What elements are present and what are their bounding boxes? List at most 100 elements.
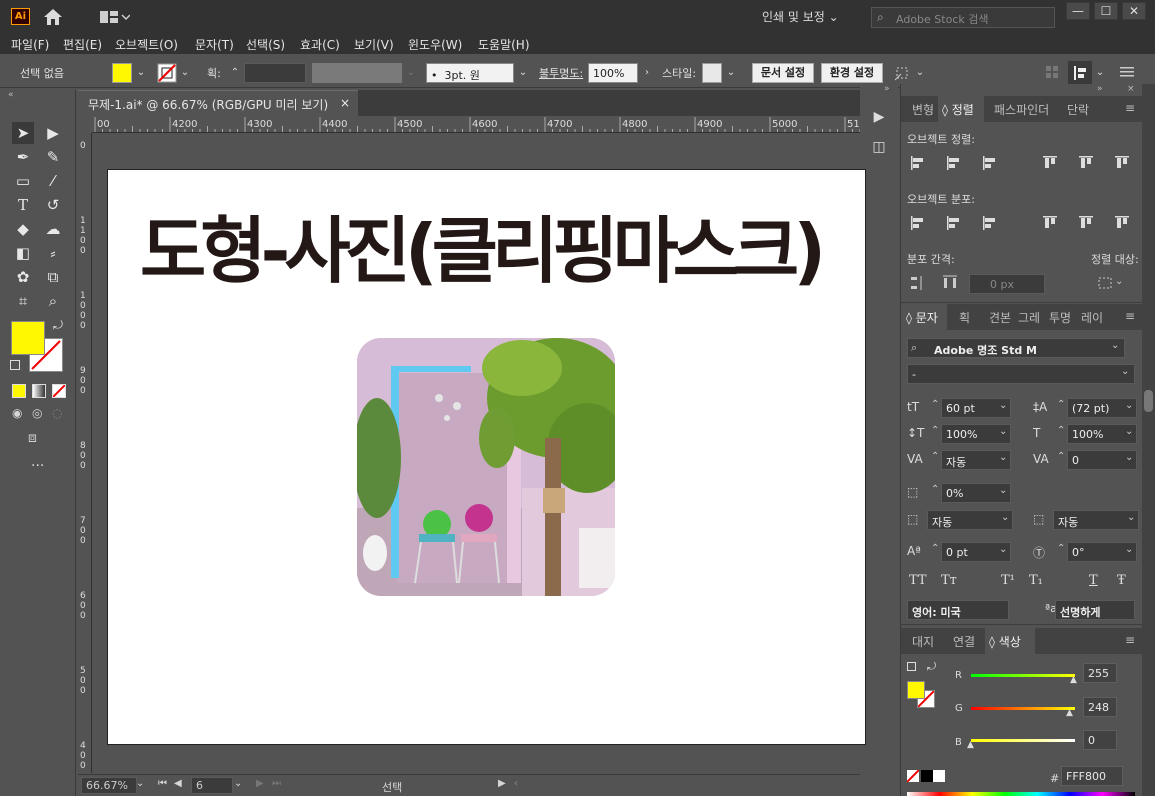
stock-search-input[interactable]: ⌕ Adobe Stock 검색: [871, 7, 1055, 28]
more-tools-icon[interactable]: ···: [31, 458, 44, 474]
stepper-icon[interactable]: ⌃: [931, 399, 939, 410]
transform-icon[interactable]: [893, 64, 911, 82]
chevron-down-icon[interactable]: ⌄: [999, 400, 1007, 411]
hex-value-field[interactable]: FFF800: [1061, 766, 1123, 786]
tab-align[interactable]: ◊ 정렬: [942, 101, 974, 118]
blue-slider[interactable]: [971, 739, 1075, 742]
scrollbar-thumb[interactable]: [1144, 390, 1153, 412]
status-menu-icon[interactable]: ▶: [498, 778, 506, 789]
red-value-field[interactable]: 255: [1083, 663, 1117, 683]
style-dropdown[interactable]: ⌄: [724, 63, 738, 83]
tab-transparency[interactable]: 투명: [1049, 309, 1071, 326]
stepper-icon[interactable]: ⌃: [1057, 543, 1065, 554]
chevron-down-icon[interactable]: ⌄: [999, 452, 1007, 463]
panel-menu-icon[interactable]: ≡: [1125, 633, 1135, 647]
chevron-down-icon[interactable]: ⌄: [1125, 426, 1133, 437]
brush-dropdown[interactable]: ⌄: [516, 63, 530, 83]
menu-select[interactable]: 선택(S): [246, 36, 285, 53]
arrange-documents-icon[interactable]: [100, 10, 130, 24]
align-to-selection-icon[interactable]: [1097, 274, 1115, 292]
swap-colors-icon[interactable]: ⤾: [53, 318, 63, 333]
prev-artboard-icon[interactable]: ◀: [174, 778, 182, 789]
tab-gradient[interactable]: 그레: [1018, 309, 1040, 326]
stroke-weight-field[interactable]: [244, 63, 306, 83]
align-left-icon[interactable]: [909, 154, 927, 172]
tab-pathfinder[interactable]: 패스파인더: [994, 101, 1049, 118]
small-caps-icon[interactable]: Tт: [941, 573, 957, 588]
collapse-panel-icon[interactable]: «: [8, 90, 14, 100]
chevron-down-icon[interactable]: ⌄: [999, 544, 1007, 555]
fill-swatch[interactable]: [112, 63, 132, 83]
tab-close-icon[interactable]: ×: [340, 96, 350, 110]
panel-menu-icon[interactable]: ≡: [1125, 101, 1135, 115]
align-hcenter-icon[interactable]: [945, 154, 963, 172]
gradient-mode-button[interactable]: [32, 384, 46, 398]
menu-list-icon[interactable]: [1120, 66, 1134, 78]
stepper-icon[interactable]: ⌃: [1057, 399, 1065, 410]
red-slider-thumb[interactable]: ▲: [1070, 675, 1077, 685]
curvature-tool-icon[interactable]: ✎: [42, 146, 64, 168]
chevron-down-icon[interactable]: ⌄: [1001, 512, 1009, 523]
artboard-panel-icon[interactable]: ◫: [866, 134, 892, 160]
expand-dock-icon[interactable]: »: [884, 84, 890, 94]
opacity-label[interactable]: 불투명도:: [539, 65, 583, 81]
stepper-icon[interactable]: ⌃: [931, 425, 939, 436]
distribute-hcenter-icon[interactable]: [1077, 214, 1095, 232]
underline-icon[interactable]: T: [1089, 573, 1098, 588]
close-button[interactable]: ✕: [1122, 2, 1146, 20]
menu-window[interactable]: 윈도우(W): [408, 36, 462, 53]
chevron-down-icon[interactable]: ⌄: [1125, 544, 1133, 555]
language-select[interactable]: 영어: 미국: [907, 600, 1009, 620]
style-swatch[interactable]: [702, 63, 722, 83]
fill-color-box[interactable]: [11, 321, 45, 355]
swap-fill-stroke-icon[interactable]: ⤾: [927, 660, 936, 674]
distribute-bottom-icon[interactable]: [981, 214, 999, 232]
none-color-icon[interactable]: [907, 770, 919, 782]
panel-collapse-icon[interactable]: »: [1097, 84, 1103, 94]
opacity-field[interactable]: 100%: [588, 63, 638, 83]
align-right-icon[interactable]: [981, 154, 999, 172]
all-caps-icon[interactable]: TT: [909, 573, 927, 588]
distribute-vcenter-icon[interactable]: [945, 214, 963, 232]
default-colors-icon[interactable]: [10, 360, 20, 370]
tab-paragraph[interactable]: 단락: [1067, 101, 1089, 118]
eyedropper-tool-icon[interactable]: ⸗: [42, 242, 64, 264]
align-to-dropdown-icon[interactable]: ⌄: [1115, 276, 1123, 287]
tab-transform[interactable]: 변형: [912, 101, 934, 118]
stepper-icon[interactable]: ⌃: [931, 451, 939, 462]
font-style-field[interactable]: -: [907, 364, 1135, 384]
tab-color[interactable]: ◊ 색상: [989, 633, 1021, 650]
chevron-down-icon[interactable]: ⌄: [1125, 400, 1133, 411]
stepper-icon[interactable]: ⌃: [931, 543, 939, 554]
superscript-icon[interactable]: T¹: [1001, 573, 1015, 588]
default-fill-stroke-icon[interactable]: [907, 662, 916, 671]
green-slider[interactable]: [971, 707, 1075, 710]
subscript-icon[interactable]: T₁: [1029, 573, 1043, 588]
color-spectrum[interactable]: [907, 792, 1135, 796]
maximize-button[interactable]: ☐: [1094, 2, 1118, 20]
panel-scrollbar[interactable]: [1142, 84, 1155, 796]
minimize-button[interactable]: —: [1066, 2, 1090, 20]
rotate-tool-icon[interactable]: ↺: [42, 194, 64, 216]
artboard-dropdown-icon[interactable]: ⌄: [234, 778, 242, 789]
distribute-left-icon[interactable]: [1041, 214, 1059, 232]
warp-tool-icon[interactable]: ☁: [42, 218, 64, 240]
red-slider[interactable]: [971, 674, 1075, 677]
tab-character[interactable]: ◊ 문자: [906, 309, 938, 326]
horizontal-spacing-icon[interactable]: [941, 274, 959, 292]
color-mode-button[interactable]: [12, 384, 26, 398]
brush-field[interactable]: • 3pt. 원: [426, 63, 514, 83]
artboard-tool-icon[interactable]: ⌗: [12, 290, 34, 312]
stroke-stepper[interactable]: ⌃: [228, 63, 242, 83]
chevron-down-icon[interactable]: ⌄: [999, 485, 1007, 496]
strikethrough-icon[interactable]: Ŧ: [1117, 573, 1126, 588]
variable-width-profile[interactable]: [312, 63, 402, 83]
next-artboard-icon[interactable]: ▶: [256, 778, 264, 789]
type-tool-icon[interactable]: T: [12, 194, 34, 216]
document-setup-button[interactable]: 문서 설정: [752, 63, 814, 83]
align-toggle[interactable]: [1068, 61, 1092, 85]
menu-help[interactable]: 도움말(H): [478, 36, 530, 53]
grid-icon[interactable]: [1045, 65, 1059, 79]
font-family-field[interactable]: Adobe 명조 Std M: [907, 338, 1125, 358]
fill-dropdown[interactable]: ⌄: [134, 63, 148, 83]
